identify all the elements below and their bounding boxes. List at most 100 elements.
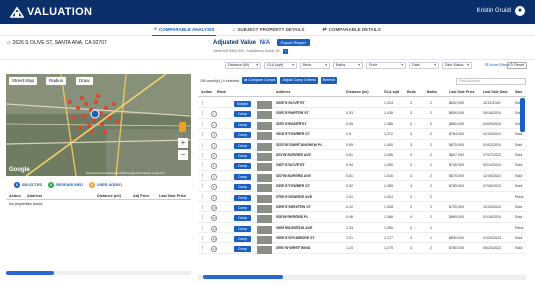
col-last-sale-date[interactable]: Last Sale Date — [483, 90, 508, 94]
rank-badge: 2 — [211, 121, 217, 128]
tab-subject-property-details[interactable]: ⌂ SUBJECT PROPERTY DETAILS — [230, 24, 306, 36]
refresh-button[interactable]: Refresh — [320, 77, 338, 84]
table-row[interactable]: ⋮ 11 Comp 918 W GERONA PL SANTA ANA, CA 9270… — [198, 212, 526, 224]
comp-button[interactable]: Comp — [234, 204, 251, 211]
vertical-scrollbar[interactable] — [520, 98, 525, 132]
more-filters-button[interactable]: ☰ More Filters — [485, 62, 510, 69]
comp-button[interactable]: Comp — [234, 142, 251, 149]
legend-selected[interactable]: 0 SELECTED — [14, 182, 42, 188]
col-gla[interactable]: GLA sqft — [384, 90, 399, 94]
person-icon[interactable]: ● — [515, 6, 525, 16]
col-address[interactable]: Address — [276, 90, 290, 94]
adjust-criteria-button[interactable]: Adjust Comp Criteria — [280, 77, 318, 84]
user-menu[interactable]: Kristin Gruidl ● — [477, 6, 525, 16]
col-last-sale-price[interactable]: Last Sale Price — [449, 90, 475, 94]
comp-button[interactable]: Comp — [234, 194, 251, 201]
zoom-in-button[interactable]: + — [178, 138, 188, 148]
table-row[interactable]: ⋮ 14 Comp 2001 W WEST WIND SANTA ANA, CA 927… — [198, 243, 526, 255]
subject-pin-icon[interactable] — [90, 109, 100, 119]
map-view[interactable]: Street Map Radius Draw + − Google Keyboa… — [6, 74, 191, 176]
col-sale-status[interactable]: Sale — [515, 90, 522, 94]
comp-button[interactable]: Comp — [234, 215, 251, 222]
last-sale-date: 11/04/2024 — [483, 132, 501, 137]
find-address-input[interactable]: Find Address — [456, 78, 526, 85]
comp-button[interactable]: Comp — [234, 225, 251, 232]
filter-sale-status[interactable]: Sale Status ▾ — [442, 62, 472, 69]
city-line: SANTA ANA, CA 92707 — [276, 121, 304, 125]
compare-comps-button[interactable]: ⇄ Compare Comps — [242, 77, 278, 84]
col-baths[interactable]: Baths — [427, 90, 437, 94]
comp-button[interactable]: Comp — [234, 173, 251, 180]
table-row[interactable]: ⋮ 8 Comp 2430 S TOWNER ST SANTA ANA, CA 9270… — [198, 181, 526, 193]
row-menu-icon[interactable]: ⋮ — [201, 246, 205, 250]
table-row[interactable]: ⋮ 5 Comp 414 W AURORA AVE SANTA ANA, CA 9270… — [198, 150, 526, 161]
subject-button[interactable]: Subject — [234, 101, 251, 107]
street-map-button[interactable]: Street Map — [9, 77, 38, 85]
filter-date[interactable]: Date ▾ — [409, 62, 439, 69]
filter-baths[interactable]: Baths ▾ — [333, 62, 363, 69]
adjusted-value: Adjusted Value N/A — [213, 40, 270, 46]
rank-badge: 12 — [211, 225, 217, 232]
tab-label: COMPARABLE DETAILS — [328, 27, 381, 32]
comp-button[interactable]: Comp — [234, 111, 251, 118]
row-menu-icon[interactable]: ⋮ — [201, 163, 205, 167]
col-beds[interactable]: Beds — [407, 90, 416, 94]
row-menu-icon[interactable]: ⋮ — [201, 174, 205, 178]
table-row[interactable]: ⋮ 1 Comp 2101 S PARTON ST SANTA ANA, CA 9270… — [198, 108, 526, 120]
comp-button[interactable]: Comp — [234, 184, 251, 191]
table-row[interactable]: ⋮ 12 Comp 1609 MAGNOLIA AVE SANTA ANA, CA 92… — [198, 223, 526, 234]
table-row[interactable]: ⋮ 3 Comp 1618 S TOWNER ST SANTA ANA, CA 9270… — [198, 129, 526, 141]
tab-comparable-details[interactable]: ⇄ COMPARABLE DETAILS — [320, 24, 382, 36]
row-menu-icon[interactable]: ⋮ — [201, 195, 205, 199]
table-row[interactable]: ⋮ 2 Comp 2201 S BAKER ST SANTA ANA, CA 92707… — [198, 119, 526, 130]
street-view-icon[interactable] — [179, 122, 186, 132]
legend-researched[interactable]: 0 RESEARCHED — [48, 182, 83, 188]
row-menu-icon[interactable]: ⋮ — [201, 101, 205, 105]
table-row[interactable]: ⋮ 6 Comp 1427 S OLIVE ST SANTA ANA, CA 92707… — [198, 160, 526, 172]
filter-price[interactable]: Price ▾ — [366, 62, 406, 69]
zoom-out-button[interactable]: − — [178, 150, 188, 160]
row-menu-icon[interactable]: ⋮ — [201, 184, 205, 188]
filter-gla[interactable]: GLA (sqft) ▾ — [264, 62, 297, 69]
row-menu-icon[interactable]: ⋮ — [201, 153, 205, 157]
table-row[interactable]: ⋮ Subject 2626 S OLIVE ST SANTA ANA, CA 927… — [198, 98, 526, 109]
info-icon[interactable]: i — [282, 49, 288, 54]
col-distance[interactable]: Distance (mi) — [346, 90, 369, 94]
reset-button[interactable]: ↻ Reset — [507, 62, 528, 69]
col-rank[interactable]: Rank — [217, 90, 226, 94]
legend-user-added[interactable]: 0 USER ADDED — [88, 182, 122, 188]
table-row[interactable]: ⋮ 13 Comp 1606 S SYCAMORE ST SANTA ANA, CA 9… — [198, 233, 526, 245]
last-sale-date: 01/02/2024 — [483, 142, 501, 147]
comp-button[interactable]: Comp — [234, 236, 251, 243]
table-row[interactable]: ⋮ 10 Comp 2405 S SHELTON ST SANTA ANA, CA 92… — [198, 202, 526, 213]
baths-value: 2 — [430, 121, 432, 126]
comp-button[interactable]: Comp — [234, 121, 251, 128]
row-menu-icon[interactable]: ⋮ — [201, 236, 205, 240]
comp-button[interactable]: Comp — [234, 246, 251, 253]
table-row[interactable]: ⋮ 9 Comp 2709 S ORANGE AVE SANTA ANA, CA 927… — [198, 192, 526, 203]
draw-button[interactable]: Draw — [76, 77, 93, 85]
row-menu-icon[interactable]: ⋮ — [201, 132, 205, 136]
table-row[interactable]: ⋮ 7 Comp 422 W AURORA AVE SANTA ANA, CA 9270… — [198, 171, 526, 182]
horizontal-scrollbar[interactable] — [198, 275, 526, 280]
row-menu-icon[interactable]: ⋮ — [201, 205, 205, 209]
selected-table-header: Action Address Distance (mi) Adj Price L… — [6, 193, 191, 200]
row-menu-icon[interactable]: ⋮ — [201, 215, 205, 219]
row-menu-icon[interactable]: ⋮ — [201, 111, 205, 115]
distance-value: 0.65 — [346, 121, 353, 126]
filter-distance[interactable]: Distance (Mi) ▾ — [225, 62, 261, 69]
row-menu-icon[interactable]: ⋮ — [201, 143, 205, 147]
radius-button[interactable]: Radius — [46, 77, 67, 85]
export-report-button[interactable]: Export Report — [277, 39, 310, 46]
last-sale-date: 06/23/2023 — [483, 246, 501, 251]
comp-button[interactable]: Comp — [234, 163, 251, 170]
table-row[interactable]: ⋮ 4 Comp 1120 W SAINT ANDREW PL SANTA ANA, C… — [198, 140, 526, 151]
row-menu-icon[interactable]: ⋮ — [201, 226, 205, 230]
comp-button[interactable]: Comp — [234, 132, 251, 139]
row-menu-icon[interactable]: ⋮ — [201, 122, 205, 126]
map-canvas[interactable] — [6, 74, 191, 176]
filter-beds[interactable]: Beds ▾ — [300, 62, 330, 69]
comp-button[interactable]: Comp — [234, 152, 251, 159]
tab-comparable-analysis[interactable]: ⌕ COMPARABLE ANALYSIS — [152, 24, 217, 36]
horizontal-scrollbar[interactable] — [6, 271, 191, 275]
